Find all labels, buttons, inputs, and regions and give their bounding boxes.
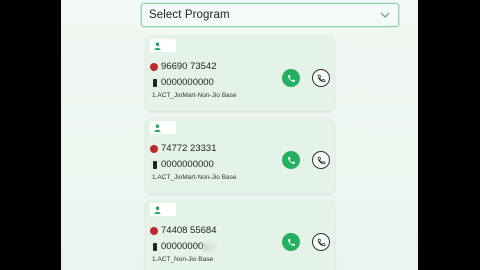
alt-call-button[interactable] bbox=[312, 69, 330, 87]
phone-icon bbox=[317, 74, 325, 82]
program-select[interactable]: Select Program bbox=[141, 3, 399, 27]
avatar bbox=[150, 203, 176, 216]
phone-icon bbox=[317, 156, 325, 164]
phone-icon bbox=[287, 156, 295, 164]
alt-call-button[interactable] bbox=[312, 151, 330, 169]
program-select-label: Select Program bbox=[149, 9, 230, 21]
person-icon bbox=[154, 205, 161, 214]
call-button[interactable] bbox=[282, 233, 300, 251]
alt-call-button[interactable] bbox=[312, 233, 330, 251]
mobile-phone-icon bbox=[150, 78, 158, 87]
chevron-down-icon bbox=[380, 10, 390, 20]
program-name: 1.ACT_JioMart-Non-Jio Base bbox=[152, 174, 237, 181]
jio-logo-icon bbox=[150, 226, 158, 235]
mobile-phone-icon bbox=[150, 242, 158, 251]
contact-card: 74772 23331 0000000000 1.ACT_JioMart-Non… bbox=[146, 118, 334, 193]
jio-number-row: 74408 55684 bbox=[150, 225, 216, 236]
call-button[interactable] bbox=[282, 69, 300, 87]
app-screen: Select Program 96690 73542 0000000000 1.… bbox=[61, 0, 418, 270]
jio-number: 96690 73542 bbox=[161, 61, 217, 72]
phone-icon bbox=[317, 238, 325, 246]
mobile-number: 0000000000 bbox=[161, 159, 214, 170]
jio-number-row: 74772 23331 bbox=[150, 143, 216, 154]
phone-icon bbox=[287, 74, 295, 82]
mobile-number-row: 0000000000 bbox=[150, 159, 214, 170]
mobile-number: 0000000000 bbox=[161, 77, 214, 88]
jio-logo-icon bbox=[150, 144, 158, 153]
person-icon bbox=[154, 41, 161, 50]
contact-card: 74408 55684 00000000 1.ACT_Non-Jio Base bbox=[146, 200, 334, 270]
jio-number-row: 96690 73542 bbox=[150, 61, 216, 72]
jio-number: 74408 55684 bbox=[161, 225, 217, 236]
jio-number: 74772 23331 bbox=[161, 143, 217, 154]
program-name: 1.ACT_JioMart-Non-Jio Base bbox=[152, 92, 237, 99]
mobile-phone-icon bbox=[150, 160, 158, 169]
redacted-digits bbox=[203, 242, 218, 251]
contact-card: 96690 73542 0000000000 1.ACT_JioMart-Non… bbox=[146, 36, 334, 111]
person-icon bbox=[154, 123, 161, 132]
mobile-number: 00000000 bbox=[161, 241, 204, 252]
program-name: 1.ACT_Non-Jio Base bbox=[152, 256, 214, 263]
avatar bbox=[150, 121, 176, 134]
avatar bbox=[150, 39, 176, 52]
phone-icon bbox=[287, 238, 295, 246]
mobile-number-row: 0000000000 bbox=[150, 77, 214, 88]
call-button[interactable] bbox=[282, 151, 300, 169]
mobile-number-row: 00000000 bbox=[150, 241, 218, 252]
jio-logo-icon bbox=[150, 62, 158, 71]
